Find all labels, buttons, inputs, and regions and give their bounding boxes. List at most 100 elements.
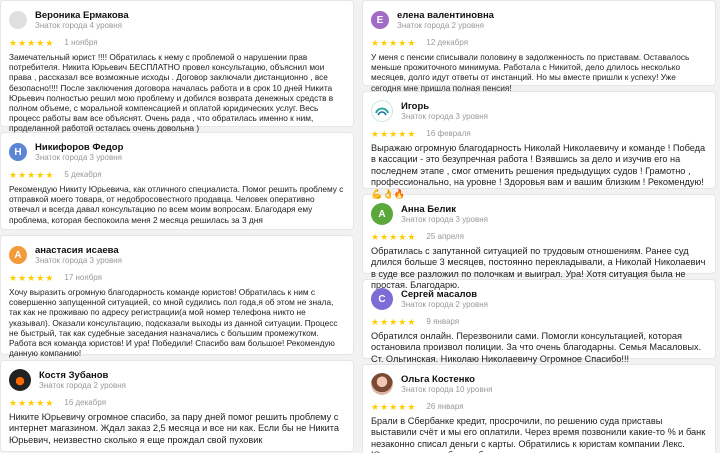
star-icon: ★ <box>398 128 407 139</box>
review-text: Брали в Сбербанке кредит, просрочили, по… <box>371 416 706 453</box>
rating-stars: ★ ★ ★ ★ ★ <box>9 273 54 283</box>
company-logo-icon <box>375 107 389 116</box>
reviewer-name[interactable]: елена валентиновна <box>397 10 494 21</box>
reviewer-level: Знаток города 2 уровня <box>39 380 127 390</box>
avatar[interactable] <box>9 369 31 391</box>
star-icon: ★ <box>389 128 398 139</box>
avatar[interactable] <box>371 373 393 395</box>
star-icon: ★ <box>380 401 389 412</box>
star-icon: ★ <box>389 231 398 242</box>
review-card: Н Никифоров Федор Знаток города 3 уровня… <box>0 132 354 230</box>
star-icon: ★ <box>18 169 27 180</box>
star-icon: ★ <box>407 37 416 48</box>
star-icon: ★ <box>371 128 380 139</box>
avatar[interactable] <box>9 11 27 29</box>
review-text: Выражаю огромную благодарность Николай Н… <box>371 143 706 199</box>
review-text: Никите Юрьевичу огромное спасибо, за пар… <box>9 412 340 445</box>
review-text: Замечательный юрист !!!! Обратилась к не… <box>9 52 334 134</box>
star-icon: ★ <box>407 128 416 139</box>
reviewer-level: Знаток города 2 уровня <box>401 299 489 309</box>
star-icon: ★ <box>371 231 380 242</box>
star-icon: ★ <box>407 316 416 327</box>
review-date: 12 декабря <box>426 38 469 47</box>
reviewer-level: Знаток города 2 уровня <box>397 20 485 30</box>
reviewer-name[interactable]: Никифоров Федор <box>35 142 123 153</box>
review-text: Обратился онлайн. Перезвонили сами. Помо… <box>371 331 702 364</box>
review-date: 25 апреля <box>426 232 464 241</box>
star-icon: ★ <box>380 231 389 242</box>
review-card: А Анна Белик Знаток города 3 уровня ★ ★ ★ ★… <box>362 194 716 290</box>
star-icon: ★ <box>407 231 416 242</box>
avatar[interactable]: С <box>371 288 393 310</box>
star-icon: ★ <box>398 316 407 327</box>
star-icon: ★ <box>18 397 27 408</box>
star-icon: ★ <box>45 169 54 180</box>
reviewer-name[interactable]: Вероника Ермакова <box>35 10 129 21</box>
star-icon: ★ <box>36 397 45 408</box>
reviewer-level: Знаток города 3 уровня <box>35 255 123 265</box>
star-icon: ★ <box>27 397 36 408</box>
star-icon: ★ <box>45 272 54 283</box>
review-card: Ольга Костенко Знаток города 10 уровня ★… <box>362 364 716 453</box>
review-text: У меня с пенсии списывали половину в зад… <box>371 52 690 93</box>
review-card: А анастасия исаева Знаток города 3 уровн… <box>0 235 354 359</box>
star-icon: ★ <box>45 397 54 408</box>
rating-stars: ★ ★ ★ ★ ★ <box>371 129 416 139</box>
review-date: 26 января <box>426 402 464 411</box>
rating-stars: ★ ★ ★ ★ ★ <box>9 38 54 48</box>
avatar[interactable]: Н <box>9 143 27 161</box>
star-icon: ★ <box>9 272 18 283</box>
star-icon: ★ <box>398 37 407 48</box>
star-icon: ★ <box>380 316 389 327</box>
star-icon: ★ <box>18 37 27 48</box>
review-text: Хочу выразить огромную благодарность ком… <box>9 287 338 359</box>
review-card: С Сергей масалов Знаток города 2 уровня … <box>362 279 716 364</box>
star-icon: ★ <box>380 37 389 48</box>
rating-stars: ★ ★ ★ ★ ★ <box>371 317 416 327</box>
star-icon: ★ <box>45 37 54 48</box>
star-icon: ★ <box>18 272 27 283</box>
star-icon: ★ <box>371 316 380 327</box>
review-card: Вероника Ермакова Знаток города 4 уровня… <box>0 0 354 133</box>
avatar[interactable] <box>371 100 393 122</box>
star-icon: ★ <box>27 169 36 180</box>
review-date: 16 декабря <box>64 398 107 407</box>
rating-stars: ★ ★ ★ ★ ★ <box>371 402 416 412</box>
rating-stars: ★ ★ ★ ★ ★ <box>371 38 416 48</box>
review-date: 17 ноября <box>64 273 102 282</box>
star-icon: ★ <box>36 272 45 283</box>
star-icon: ★ <box>398 401 407 412</box>
reviewer-name[interactable]: Сергей масалов <box>401 289 488 300</box>
star-icon: ★ <box>36 169 45 180</box>
reviewer-name[interactable]: Костя Зубанов <box>39 370 126 381</box>
star-icon: ★ <box>389 37 398 48</box>
star-icon: ★ <box>389 316 398 327</box>
review-date: 1 ноября <box>64 38 98 47</box>
reviewer-level: Знаток города 3 уровня <box>401 214 489 224</box>
reviewer-name[interactable]: Ольга Костенко <box>401 374 492 385</box>
reviews-column-left: Вероника Ермакова Знаток города 4 уровня… <box>0 0 354 453</box>
reviewer-name[interactable]: Игорь <box>401 101 488 112</box>
review-date: 16 февраля <box>426 129 471 138</box>
avatar[interactable]: А <box>9 246 27 264</box>
reviewer-name[interactable]: анастасия исаева <box>35 245 122 256</box>
reviewer-name[interactable]: Анна Белик <box>401 204 488 215</box>
star-icon: ★ <box>9 169 18 180</box>
star-icon: ★ <box>389 401 398 412</box>
rating-stars: ★ ★ ★ ★ ★ <box>9 398 54 408</box>
star-icon: ★ <box>371 401 380 412</box>
star-icon: ★ <box>371 37 380 48</box>
star-icon: ★ <box>407 401 416 412</box>
reviewer-level: Знаток города 3 уровня <box>401 111 489 121</box>
star-icon: ★ <box>27 272 36 283</box>
reviews-column-right: Е елена валентиновна Знаток города 2 уро… <box>362 0 716 453</box>
review-card: Костя Зубанов Знаток города 2 уровня ★ ★ ★… <box>0 360 354 452</box>
reviewer-level: Знаток города 10 уровня <box>401 384 493 394</box>
avatar[interactable]: А <box>371 203 393 225</box>
review-date: 5 декабря <box>64 170 102 179</box>
star-icon: ★ <box>9 397 18 408</box>
review-text: Рекомендую Никиту Юрьевича, как отличног… <box>9 184 344 225</box>
star-icon: ★ <box>398 231 407 242</box>
star-icon: ★ <box>9 37 18 48</box>
avatar[interactable]: Е <box>371 11 389 29</box>
